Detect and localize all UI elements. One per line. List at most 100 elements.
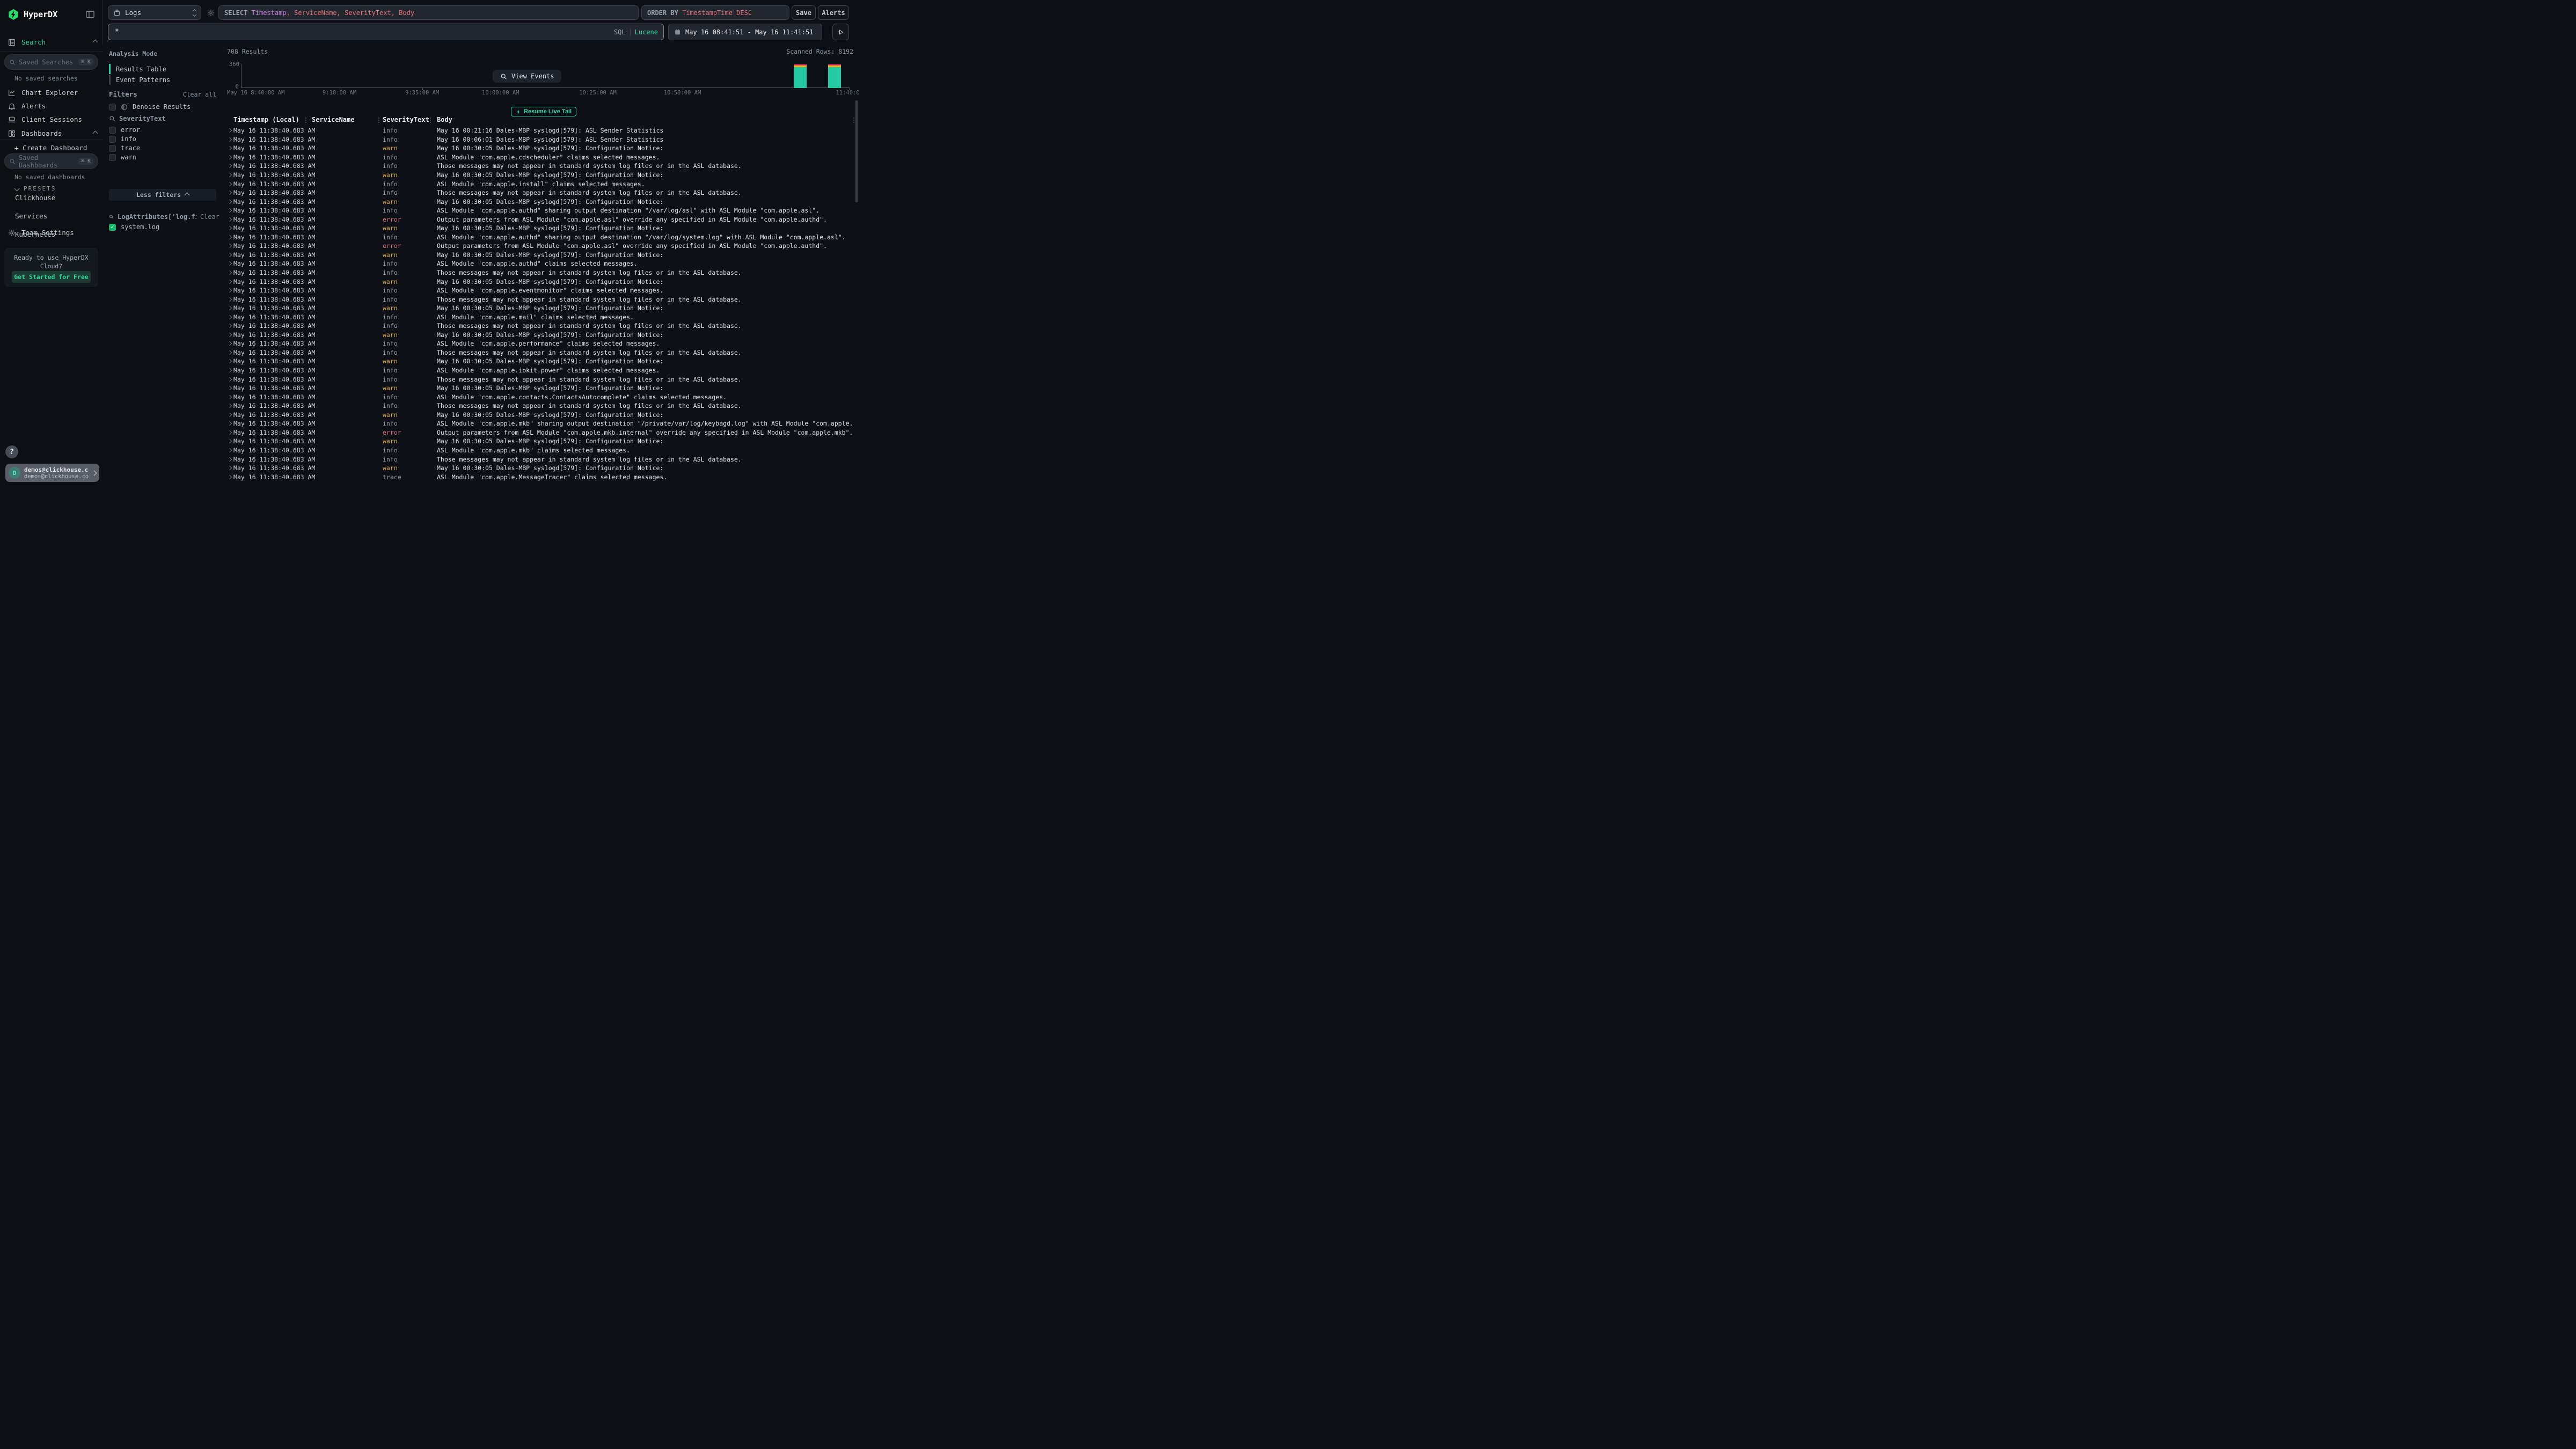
log-row[interactable]: May 16 11:38:40.683 AMwarnMay 16 00:30:0…: [223, 197, 859, 206]
checkbox[interactable]: [109, 145, 116, 152]
expand-row-chevron-icon[interactable]: [228, 173, 232, 177]
log-row[interactable]: May 16 11:38:40.683 AMwarnMay 16 00:30:0…: [223, 304, 859, 313]
expand-row-chevron-icon[interactable]: [228, 448, 232, 452]
sidebar-item-client-sessions[interactable]: Client Sessions: [8, 114, 97, 125]
column-resize-handle[interactable]: [305, 118, 306, 119]
expand-row-chevron-icon[interactable]: [228, 341, 232, 346]
expand-row-chevron-icon[interactable]: [228, 439, 232, 443]
log-row[interactable]: May 16 11:38:40.683 AMinfoASL Module "co…: [223, 392, 859, 401]
source-select[interactable]: Logs: [108, 5, 201, 20]
histogram-bar[interactable]: [828, 64, 841, 88]
saved-searches-input[interactable]: Saved Searches ⌘ K: [4, 54, 98, 70]
log-row[interactable]: May 16 11:38:40.683 AMinfoASL Module "co…: [223, 153, 859, 162]
log-row[interactable]: May 16 11:38:40.683 AMinfoASL Module "co…: [223, 419, 859, 428]
language-sql-toggle[interactable]: SQL: [614, 28, 626, 36]
create-dashboard-link[interactable]: + Create Dashboard: [14, 144, 87, 152]
log-row[interactable]: May 16 11:38:40.683 AMwarnMay 16 00:30:0…: [223, 384, 859, 393]
log-row[interactable]: May 16 11:38:40.683 AMwarnMay 16 00:30:0…: [223, 224, 859, 233]
col-header-servicename[interactable]: ServiceName: [312, 116, 354, 123]
checkbox[interactable]: [109, 154, 116, 161]
save-button[interactable]: Save: [792, 5, 816, 20]
expand-row-chevron-icon[interactable]: [228, 333, 232, 337]
log-row[interactable]: May 16 11:38:40.683 AMinfoASL Module "co…: [223, 233, 859, 242]
filter-option-system.log[interactable]: ✓system.log: [109, 223, 218, 231]
sidebar-item-chart-explorer[interactable]: Chart Explorer: [8, 87, 97, 98]
log-row[interactable]: May 16 11:38:40.683 AMwarnMay 16 00:30:0…: [223, 437, 859, 446]
expand-row-chevron-icon[interactable]: [228, 288, 232, 292]
histogram-bar[interactable]: [794, 64, 807, 88]
alerts-button[interactable]: Alerts: [818, 5, 849, 20]
expand-row-chevron-icon[interactable]: [228, 191, 232, 195]
select-columns-input[interactable]: SELECT Timestamp, ServiceName, SeverityT…: [218, 5, 639, 20]
expand-row-chevron-icon[interactable]: [228, 128, 232, 133]
expand-row-chevron-icon[interactable]: [228, 306, 232, 310]
checkbox-checked[interactable]: ✓: [109, 224, 116, 231]
get-started-button[interactable]: Get Started for Free: [12, 271, 91, 283]
expand-row-chevron-icon[interactable]: [228, 315, 232, 319]
clear-file-filter-link[interactable]: Clear: [200, 213, 219, 221]
log-row[interactable]: May 16 11:38:40.683 AMerrorOutput parame…: [223, 241, 859, 251]
sidebar-item-alerts[interactable]: Alerts: [8, 101, 97, 111]
sidebar-collapse-icon[interactable]: [85, 9, 96, 20]
expand-row-chevron-icon[interactable]: [228, 270, 232, 275]
order-by-input[interactable]: ORDER BY TimestampTime DESC: [641, 5, 789, 20]
analysis-mode-results-table[interactable]: Results Table: [109, 64, 216, 74]
presets-toggle[interactable]: PRESETS: [15, 185, 56, 192]
expand-row-chevron-icon[interactable]: [228, 457, 232, 461]
expand-row-chevron-icon[interactable]: [228, 226, 232, 230]
expand-row-chevron-icon[interactable]: [228, 394, 232, 399]
resume-live-tail-button[interactable]: Resume Live Tail: [511, 107, 576, 116]
expand-row-chevron-icon[interactable]: [228, 217, 232, 221]
log-row[interactable]: May 16 11:38:40.683 AMwarnMay 16 00:30:0…: [223, 411, 859, 420]
log-row[interactable]: May 16 11:38:40.683 AMinfoThose messages…: [223, 188, 859, 197]
expand-row-chevron-icon[interactable]: [228, 155, 232, 159]
log-row[interactable]: May 16 11:38:40.683 AMwarnMay 16 00:30:0…: [223, 357, 859, 366]
filter-option-error[interactable]: error: [109, 126, 218, 134]
log-row[interactable]: May 16 11:38:40.683 AMinfoASL Module "co…: [223, 446, 859, 455]
user-menu[interactable]: D demos@clickhouse.com demos@clickhouse.…: [5, 464, 99, 482]
expand-row-chevron-icon[interactable]: [228, 253, 232, 257]
log-row[interactable]: May 16 11:38:40.683 AMinfoASL Module "co…: [223, 259, 859, 268]
date-range-picker[interactable]: May 16 08:41:51 - May 16 11:41:51: [668, 24, 822, 40]
log-row[interactable]: May 16 11:38:40.683 AMwarnMay 16 00:30:0…: [223, 331, 859, 340]
expand-row-chevron-icon[interactable]: [228, 368, 232, 372]
expand-row-chevron-icon[interactable]: [228, 413, 232, 417]
view-events-button[interactable]: View Events: [493, 70, 561, 83]
expand-row-chevron-icon[interactable]: [228, 164, 232, 168]
log-row[interactable]: May 16 11:38:40.683 AMinfoASL Module "co…: [223, 312, 859, 321]
log-row[interactable]: May 16 11:38:40.683 AMinfoThose messages…: [223, 375, 859, 384]
expand-row-chevron-icon[interactable]: [228, 146, 232, 150]
column-resize-handle[interactable]: [378, 118, 379, 119]
expand-row-chevron-icon[interactable]: [228, 297, 232, 301]
table-options-kebab-icon[interactable]: [853, 118, 854, 119]
log-row[interactable]: May 16 11:38:40.683 AMtraceASL Module "c…: [223, 472, 859, 481]
expand-row-chevron-icon[interactable]: [228, 386, 232, 390]
preset-dashboard-services[interactable]: Services: [0, 211, 103, 221]
expand-row-chevron-icon[interactable]: [228, 404, 232, 408]
sidebar-item-search[interactable]: Search: [8, 37, 97, 47]
expand-row-chevron-icon[interactable]: [228, 181, 232, 186]
log-row[interactable]: May 16 11:38:40.683 AMinfoThose messages…: [223, 268, 859, 277]
expand-row-chevron-icon[interactable]: [228, 261, 232, 266]
analysis-mode-event-patterns[interactable]: Event Patterns: [109, 75, 216, 85]
log-row[interactable]: May 16 11:38:40.683 AMinfoASL Module "co…: [223, 206, 859, 215]
log-row[interactable]: May 16 11:38:40.683 AMwarnMay 16 00:30:0…: [223, 277, 859, 286]
expand-row-chevron-icon[interactable]: [228, 208, 232, 213]
log-row[interactable]: May 16 11:38:40.683 AMinfoASL Module "co…: [223, 179, 859, 188]
log-row[interactable]: May 16 11:38:40.683 AMerrorOutput parame…: [223, 428, 859, 437]
log-row[interactable]: May 16 11:38:40.683 AMwarnMay 16 00:30:0…: [223, 171, 859, 180]
checkbox[interactable]: [109, 127, 116, 134]
log-row[interactable]: May 16 11:38:40.683 AMinfoThose messages…: [223, 401, 859, 411]
log-row[interactable]: May 16 11:38:40.683 AMinfoThose messages…: [223, 348, 859, 357]
expand-row-chevron-icon[interactable]: [228, 474, 232, 479]
log-row[interactable]: May 16 11:38:40.683 AMwarnMay 16 00:30:0…: [223, 251, 859, 260]
saved-dashboards-input[interactable]: Saved Dashboards ⌘ K: [4, 153, 98, 169]
expand-row-chevron-icon[interactable]: [228, 377, 232, 381]
language-lucene-toggle[interactable]: Lucene: [635, 28, 658, 36]
filter-option-info[interactable]: info: [109, 135, 218, 143]
log-row[interactable]: May 16 11:38:40.683 AMinfoThose messages…: [223, 295, 859, 304]
log-row[interactable]: May 16 11:38:40.683 AMwarnMay 16 00:30:0…: [223, 464, 859, 473]
log-row[interactable]: May 16 11:38:40.683 AMinfoASL Module "co…: [223, 339, 859, 348]
filter-option-trace[interactable]: trace: [109, 144, 218, 152]
expand-row-chevron-icon[interactable]: [228, 324, 232, 328]
